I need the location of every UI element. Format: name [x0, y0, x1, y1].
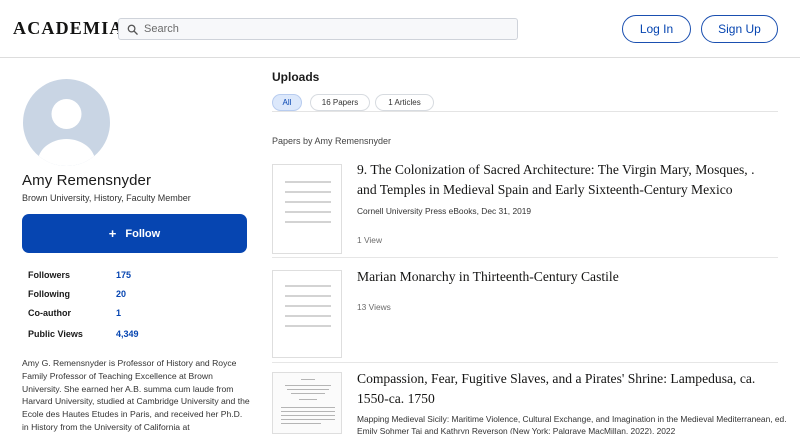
filter-all[interactable]: All	[272, 94, 302, 111]
profile-bio: Amy G. Remensnyder is Professor of Histo…	[22, 358, 250, 432]
thumbnail-line	[285, 385, 331, 386]
thumbnail-line	[287, 389, 329, 390]
profile-affiliation[interactable]: Brown University, History, Faculty Membe…	[22, 193, 191, 203]
paper-title[interactable]: Marian Monarchy in Thirteenth-Century Ca…	[357, 267, 777, 287]
paper-views: 13 Views	[357, 302, 391, 312]
search-bar[interactable]	[118, 18, 518, 40]
filter-articles[interactable]: 1 Articles	[375, 94, 434, 111]
thumbnail-line	[281, 411, 335, 412]
stat-value[interactable]: 175	[116, 270, 131, 280]
paper-title[interactable]: 9. The Colonization of Sacred Architectu…	[357, 160, 777, 200]
stat-value[interactable]: 1	[116, 308, 121, 318]
stat-label: Public Views	[28, 329, 83, 339]
thumbnail-line	[281, 415, 335, 416]
stat-coauthor[interactable]: Co-author 1	[28, 308, 228, 322]
stat-value[interactable]: 20	[116, 289, 126, 299]
thumbnail-line	[285, 305, 331, 307]
follow-button[interactable]: + Follow	[22, 214, 247, 253]
thumbnail-line	[285, 315, 331, 317]
thumbnail-line	[285, 325, 331, 327]
stat-label: Followers	[28, 270, 71, 280]
paper-separator	[272, 362, 778, 363]
paper-thumbnail[interactable]	[272, 164, 342, 254]
thumbnail-line	[285, 201, 331, 203]
stat-label: Following	[28, 289, 70, 299]
papers-section-label: Papers by Amy Remensnyder	[272, 136, 392, 146]
thumbnail-line	[281, 419, 335, 420]
thumbnail-line	[281, 407, 335, 408]
thumbnail-line	[285, 211, 331, 213]
paper-views: 1 View	[357, 235, 382, 245]
thumbnail-line	[299, 399, 317, 400]
paper-thumbnail[interactable]	[272, 372, 342, 434]
follow-button-label: Follow	[125, 227, 161, 240]
stat-followers[interactable]: Followers 175	[28, 270, 228, 284]
thumbnail-line	[285, 221, 331, 223]
stat-following[interactable]: Following 20	[28, 289, 228, 303]
thumbnail-line	[285, 191, 331, 193]
profile-name: Amy Remensnyder	[22, 172, 152, 189]
uploads-title: Uploads	[272, 70, 320, 84]
thumbnail-line	[285, 181, 331, 183]
academia-logo[interactable]: ACADEMIA	[13, 18, 124, 39]
avatar	[23, 79, 110, 166]
thumbnail-line	[291, 393, 325, 394]
plus-icon: +	[108, 226, 117, 241]
thumbnail-line	[281, 423, 321, 424]
signup-button[interactable]: Sign Up	[701, 15, 778, 43]
thumbnail-line	[301, 379, 315, 380]
paper-thumbnail[interactable]	[272, 270, 342, 358]
paper-title[interactable]: Compassion, Fear, Fugitive Slaves, and a…	[357, 369, 777, 409]
stat-public-views: Public Views 4,349	[28, 329, 228, 343]
stat-value: 4,349	[116, 329, 139, 339]
paper-separator	[272, 257, 778, 258]
thumbnail-line	[285, 295, 331, 297]
stat-label: Co-author	[28, 308, 71, 318]
top-header: ACADEMIA Log In Sign Up	[0, 0, 800, 58]
search-icon	[122, 24, 142, 35]
paper-meta: Mapping Medieval Sicily: Maritime Violen…	[357, 414, 787, 434]
filter-divider	[272, 111, 778, 112]
filter-papers[interactable]: 16 Papers	[310, 94, 370, 111]
login-button[interactable]: Log In	[622, 15, 691, 43]
thumbnail-line	[285, 285, 331, 287]
paper-meta: Cornell University Press eBooks, Dec 31,…	[357, 206, 532, 216]
avatar-placeholder-icon	[37, 99, 96, 166]
search-input[interactable]	[142, 19, 502, 39]
